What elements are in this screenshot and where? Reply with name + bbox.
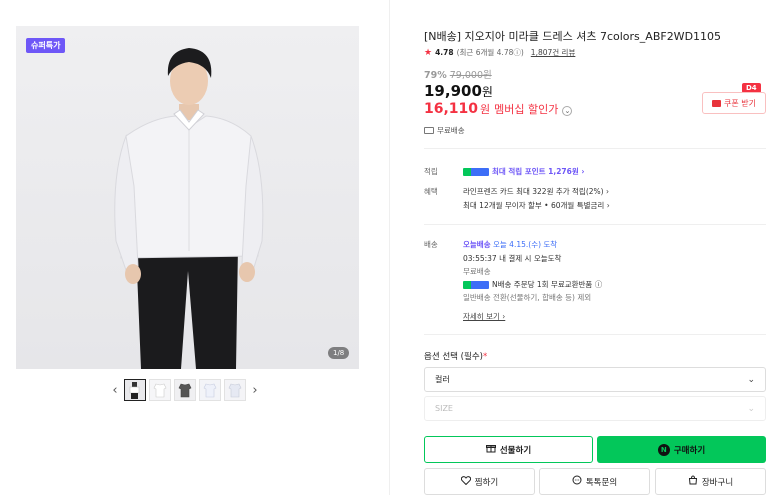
super-deal-badge: 슈퍼특가	[26, 38, 66, 53]
thumbnail-5[interactable]	[224, 379, 246, 401]
npay-plus-icon	[463, 168, 489, 176]
arrival-date: 오늘 4.15.(수) 도착	[493, 240, 558, 249]
model-photo	[114, 48, 264, 369]
divider	[424, 224, 766, 225]
divider	[424, 334, 766, 335]
free-shipping: 무료배송	[424, 125, 465, 136]
size-select-label: SIZE	[435, 404, 453, 413]
truck-icon	[424, 127, 434, 134]
thumb-shirt-icon	[228, 383, 242, 398]
delivery-detail-link[interactable]: 자세히 보기 ›	[463, 311, 505, 322]
delivery-cutoff: 03:55:37 내 결제 시 오늘도착	[463, 254, 562, 263]
thumbnail-4[interactable]	[199, 379, 221, 401]
wish-button[interactable]: 찜하기	[424, 468, 535, 495]
chat-bubble-icon	[572, 475, 582, 488]
thumb-shirt-icon	[203, 383, 217, 398]
next-thumb-arrow-icon[interactable]: ›	[249, 383, 261, 398]
member-price-unit: 원	[480, 103, 491, 116]
thumbnail-3[interactable]	[174, 379, 196, 401]
exchange-info: N배송 주문당 1회 무료교환반품 ⓘ	[463, 279, 602, 290]
color-select[interactable]: 컬러 ⌄	[424, 367, 766, 392]
star-icon: ★	[424, 47, 433, 58]
thumbnail-1[interactable]	[124, 379, 146, 401]
perk-installment-link[interactable]: 최대 12개월 무이자 할부 • 60개월 특별금리 ›	[463, 200, 610, 211]
gift-button-label: 선물하기	[499, 445, 532, 456]
size-select[interactable]: SIZE ⌄	[424, 396, 766, 421]
product-title: [N배송] 지오지아 미라클 드레스 셔츠 7colors_ABF2WD1105	[424, 30, 722, 43]
discount-rate: 79%	[424, 70, 447, 81]
naver-n-icon: N	[657, 443, 670, 456]
points-value[interactable]: 최대 적립 포인트 1,276원 ›	[463, 166, 584, 177]
perks-label: 혜택	[424, 187, 438, 196]
sale-price: 19,900원	[424, 82, 493, 100]
chevron-down-icon: ⌄	[562, 106, 573, 116]
column-divider	[389, 0, 390, 495]
free-shipping-label: 무료배송	[437, 126, 465, 135]
discount-row: 79% 79,000원	[424, 67, 492, 81]
option-title-text: 옵션 선택 (필수)	[424, 352, 483, 362]
gift-button[interactable]: 선물하기	[424, 436, 593, 463]
member-price-label: 멤버십 할인가	[494, 103, 559, 116]
delivery-note: 일반배송 전환(선물하기, 합배송 등) 제외	[463, 293, 592, 302]
member-price[interactable]: 16,110 원 멤버십 할인가 ⌄	[424, 101, 573, 117]
perk-card-link[interactable]: 라인프렌즈 카드 최대 322원 추가 적립(2%) ›	[463, 186, 609, 197]
gift-icon	[485, 443, 496, 456]
chevron-down-icon: ⌄	[747, 374, 755, 385]
cart-button-label: 장바구니	[701, 477, 734, 488]
product-main-image[interactable]	[16, 26, 359, 369]
buy-button[interactable]: N 구매하기	[597, 436, 766, 463]
color-select-label: 컬러	[435, 375, 450, 384]
sale-price-unit: 원	[481, 85, 493, 99]
delivery-free: 무료배송	[463, 267, 491, 276]
exchange-text: N배송 주문당 1회 무료교환반품 ⓘ	[492, 280, 603, 289]
rating-sub: (최근 6개월 4.78ⓘ)	[456, 48, 524, 57]
points-label: 적립	[424, 167, 438, 176]
divider	[424, 148, 766, 149]
cart-button[interactable]: 장바구니	[655, 468, 766, 495]
required-mark: *	[482, 352, 488, 362]
option-section-title: 옵션 선택 (필수)*	[424, 350, 487, 362]
heart-icon	[460, 475, 471, 488]
chevron-down-icon: ⌄	[747, 403, 755, 414]
wish-button-label: 찜하기	[474, 477, 499, 488]
sale-price-value: 19,900	[424, 82, 482, 100]
prev-thumb-arrow-icon[interactable]: ‹	[109, 383, 121, 398]
buy-button-label: 구매하기	[673, 445, 706, 456]
thumbnail-2[interactable]	[149, 379, 171, 401]
member-price-value: 16,110	[424, 101, 479, 117]
rating-value: 4.78	[435, 48, 454, 57]
thumbnail-strip: ‹ ›	[109, 379, 261, 401]
npay-plus-icon	[463, 281, 489, 289]
review-count-link[interactable]: 1,807건 리뷰	[531, 47, 576, 58]
talk-inquiry-button[interactable]: 톡톡문의	[539, 468, 650, 495]
original-price: 79,000원	[449, 70, 492, 81]
talk-button-label: 톡톡문의	[585, 477, 618, 488]
thumb-shirt-icon	[178, 383, 192, 398]
points-text: 최대 적립 포인트 1,276원 ›	[492, 167, 585, 176]
delivery-arrival: 오늘배송 오늘 4.15.(수) 도착	[463, 239, 557, 250]
rating-row: ★ 4.78 (최근 6개월 4.78ⓘ) 1,807건 리뷰	[424, 47, 575, 58]
thumb-shirt-icon	[153, 383, 167, 398]
coupon-icon	[712, 99, 721, 107]
thumb-model-icon	[129, 382, 140, 399]
image-page-count: 1/8	[328, 347, 350, 359]
coupon-button-label: 쿠폰 받기	[724, 98, 756, 108]
today-delivery-tag: 오늘배송	[463, 240, 491, 249]
shopping-bag-icon	[688, 475, 698, 488]
delivery-label: 배송	[424, 240, 438, 249]
coupon-button[interactable]: 쿠폰 받기	[702, 92, 766, 114]
